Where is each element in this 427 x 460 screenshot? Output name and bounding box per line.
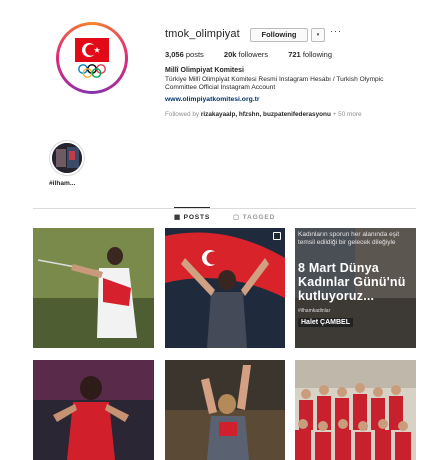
more-options-button[interactable]: ··· (330, 26, 342, 36)
followers-count[interactable]: 20k followers (224, 50, 268, 59)
profile-website-link[interactable]: www.olimpiyatkomitesi.org.tr (165, 96, 260, 103)
profile-stats: 3,056 posts 20k followers 721 following (165, 50, 350, 59)
suggestions-dropdown-button[interactable]: ▾ (311, 28, 325, 42)
following-count[interactable]: 721 following (288, 50, 332, 59)
post-overlay-name: Halet ÇAMBEL (298, 318, 354, 327)
multiple-photos-icon (273, 232, 281, 240)
posts-count: 3,056 posts (165, 50, 204, 59)
active-tab-indicator (174, 207, 210, 208)
profile-full-name: Millî Olimpiyat Komitesi (165, 67, 244, 74)
post-thumbnail-6[interactable] (295, 360, 416, 460)
post-thumbnail-4[interactable] (33, 360, 154, 460)
tab-posts[interactable]: ▦ POSTS (174, 213, 210, 221)
post-thumbnail-1[interactable] (33, 228, 154, 348)
post-overlay-caption: Kadınların sporun her alanında eşit tems… (298, 231, 400, 246)
username: tmok_olimpiyat (165, 28, 240, 40)
highlight-cover-image (52, 143, 82, 173)
tabs-divider (33, 208, 416, 209)
post-overlay-headline: 8 Mart Dünya Kadınlar Günü'nü kutluyoruz… (298, 261, 406, 303)
post-overlay-hashtag: #ilhamkadinlar (298, 308, 331, 314)
olympic-committee-logo (62, 28, 122, 88)
following-button[interactable]: Following (250, 28, 308, 42)
tag-icon: ▢ (233, 214, 241, 221)
profile-avatar[interactable] (56, 22, 128, 94)
followed-by[interactable]: Followed by rizakayaalp, hfzshn, buzpate… (165, 111, 362, 118)
post-thumbnail-3[interactable]: Kadınların sporun her alanında eşit tems… (295, 228, 416, 348)
post-thumbnail-2[interactable] (165, 228, 285, 348)
grid-icon: ▦ (174, 214, 182, 221)
tab-tagged[interactable]: ▢ TAGGED (233, 213, 275, 221)
post-thumbnail-5[interactable] (165, 360, 285, 460)
profile-bio: Türkiye Millî Olimpiyat Komitesi Resmi I… (165, 76, 384, 92)
highlight-label: #ilham... (49, 180, 76, 187)
story-highlight[interactable] (49, 140, 85, 176)
